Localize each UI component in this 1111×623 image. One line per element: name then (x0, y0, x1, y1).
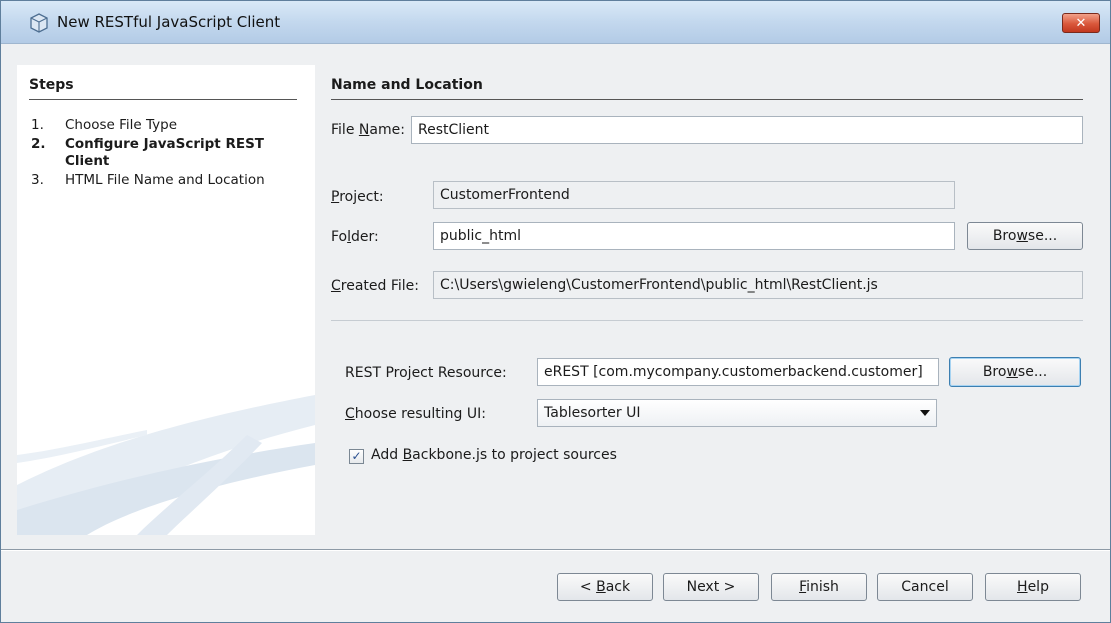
button-mnemonic: B (596, 579, 606, 595)
button-text: Cancel (901, 579, 949, 595)
label-mnemonic: P (331, 189, 340, 205)
help-button[interactable]: Help (985, 573, 1081, 601)
button-text: Bro (992, 228, 1017, 244)
title-bar[interactable]: New RESTful JavaScript Client ✕ (1, 1, 1110, 44)
button-mnemonic: H (1017, 579, 1028, 595)
created-file-field: C:\Users\gwieleng\CustomerFrontend\publi… (433, 271, 1083, 299)
window-title: New RESTful JavaScript Client (57, 13, 281, 31)
file-name-label: File Name: (331, 122, 405, 138)
project-field: CustomerFrontend (433, 181, 955, 209)
section-separator (331, 320, 1083, 321)
window-cube-icon (30, 13, 48, 33)
project-label: Project: (331, 189, 384, 205)
rest-resource-input[interactable]: eREST [com.mycompany.customerbackend.cus… (537, 358, 939, 386)
combo-chevron-down-icon (920, 410, 930, 416)
close-icon: ✕ (1075, 16, 1087, 31)
label-mnemonic: C (331, 278, 341, 294)
step-number: 3. (31, 172, 44, 188)
steps-decoration-swoosh (17, 395, 315, 535)
button-text: Bro (982, 364, 1007, 380)
rest-resource-label: REST Project Resource: (345, 365, 507, 381)
step-number: 1. (31, 117, 44, 133)
close-button[interactable]: ✕ (1062, 13, 1100, 33)
label-text: der: (351, 229, 379, 245)
backbone-checkbox[interactable]: ✓ (349, 449, 364, 464)
section-title: Name and Location (331, 77, 483, 93)
section-divider (331, 99, 1083, 100)
button-text: se... (1017, 364, 1048, 380)
label-mnemonic: N (358, 122, 370, 138)
finish-button[interactable]: Finish (771, 573, 867, 601)
label-text: ect Resource: (411, 365, 507, 381)
step-label: Configure JavaScript REST Client (65, 136, 265, 169)
label-text: roject: (339, 189, 384, 205)
step-item-3: 3. HTML File Name and Location (31, 172, 301, 189)
resulting-ui-label: Choose resulting UI: (345, 406, 486, 422)
label-text: Fo (331, 229, 348, 245)
label-text: REST Pro (345, 365, 408, 381)
steps-divider (29, 99, 297, 100)
step-label: Choose File Type (65, 117, 178, 133)
label-text: ackbone.js to project sources (412, 447, 617, 463)
footer-separator-highlight (1, 550, 1110, 551)
button-mnemonic: w (1006, 364, 1018, 380)
label-text: File (331, 122, 359, 138)
backbone-checkbox-label[interactable]: Add Backbone.js to project sources (371, 447, 617, 463)
label-text: ame: (369, 122, 405, 138)
button-text: < (579, 579, 597, 595)
cancel-button[interactable]: Cancel (877, 573, 973, 601)
step-item-2: 2. Configure JavaScript REST Client (31, 136, 301, 170)
file-name-input[interactable]: RestClient (411, 116, 1083, 144)
rest-resource-browse-button[interactable]: Browse... (949, 357, 1081, 387)
label-text: hoose resulting UI: (354, 406, 486, 422)
label-text: Add (371, 447, 403, 463)
button-text: ack (605, 579, 631, 595)
resulting-ui-select[interactable]: Tablesorter UI (537, 399, 937, 427)
folder-label: Folder: (331, 229, 379, 245)
steps-panel: Steps 1. Choose File Type 2. Configure J… (17, 65, 315, 535)
steps-list: 1. Choose File Type 2. Configure JavaScr… (31, 117, 301, 191)
folder-browse-button[interactable]: Browse... (967, 222, 1083, 250)
step-item-1: 1. Choose File Type (31, 117, 301, 134)
button-text: elp (1027, 579, 1049, 595)
content-panel: Name and Location File Name: RestClient … (331, 65, 1097, 535)
created-file-label: Created File: (331, 278, 419, 294)
button-text: se... (1027, 228, 1058, 244)
back-button[interactable]: < Back (557, 573, 653, 601)
button-text: inish (806, 579, 839, 595)
button-mnemonic: w (1016, 228, 1028, 244)
step-number: 2. (31, 136, 46, 152)
label-mnemonic: B (402, 447, 413, 463)
button-text: Next > (686, 579, 736, 595)
label-text: reated File: (340, 278, 420, 294)
folder-input[interactable]: public_html (433, 222, 955, 250)
dialog-window: New RESTful JavaScript Client ✕ Steps 1.… (0, 0, 1111, 623)
next-button[interactable]: Next > (663, 573, 759, 601)
label-mnemonic: C (345, 406, 355, 422)
step-label: HTML File Name and Location (65, 172, 265, 188)
checkbox-check-icon: ✓ (351, 449, 362, 463)
steps-title: Steps (29, 77, 74, 93)
resulting-ui-value: Tablesorter UI (544, 405, 641, 421)
